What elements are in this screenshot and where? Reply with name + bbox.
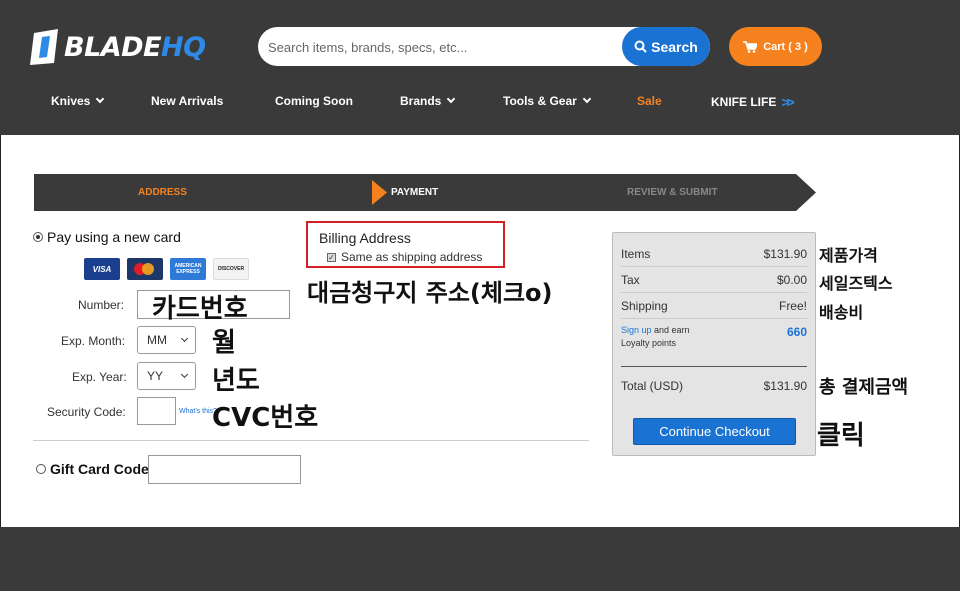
summary-row-total: Total (USD) $131.90 [621,379,807,393]
checkbox-checked-icon[interactable]: ✓ [327,252,336,262]
discover-card-icon: DISCOVER [213,258,249,280]
nav-knife-life-label: KNIFE LIFE [711,95,777,109]
divider [621,318,807,319]
exp-month-label: Exp. Month: [61,334,126,348]
exp-month-select[interactable]: MM [137,326,196,354]
chevron-down-icon [180,370,189,379]
radio-selected-icon[interactable] [33,232,43,242]
security-code-input[interactable] [137,397,176,425]
logo-wordmark: BLADEHQ [64,31,206,63]
site-header: BLADEHQ Search Cart ( 3 ) Knives New Arr… [0,0,960,135]
search-icon [634,40,647,53]
summary-row-tax: Tax $0.00 [621,273,807,287]
nav-brands[interactable]: Brands [400,94,456,108]
billing-address-box: Billing Address ✓ Same as shipping addre… [306,221,505,268]
annotation-sales-tax: 세일즈텍스 [819,274,893,293]
total-label: Total (USD) [621,379,684,393]
search-input[interactable] [268,37,618,57]
annotation-product-price: 제품가격 [819,246,878,265]
visa-card-icon: VISA [84,258,120,280]
annotation-shipping: 배송비 [819,303,864,322]
loyalty-points-label: Loyalty points [621,338,677,348]
exp-year-select[interactable]: YY [137,362,196,390]
shipping-label: Shipping [621,299,668,313]
order-summary: Items $131.90 Tax $0.00 Shipping Free! S… [612,232,816,456]
annotation-billing: 대금청구지 주소(체크o) [307,279,553,307]
items-label: Items [621,247,651,261]
tax-label: Tax [621,273,640,287]
amex-card-icon: AMERICAN EXPRESS [170,258,206,280]
search-button-label: Search [651,38,698,55]
nav-coming-soon[interactable]: Coming Soon [275,94,353,108]
gift-card-label: Gift Card Code: [50,461,154,477]
chevron-down-icon [582,94,592,104]
continue-checkout-button[interactable]: Continue Checkout [633,418,796,445]
cart-label: Cart ( 3 ) [763,40,808,53]
nav-brands-label: Brands [400,94,442,108]
main-nav: Knives New Arrivals Coming Soon Brands T… [0,88,960,114]
loyalty-signup: Sign up and earn Loyalty points [621,324,690,350]
gift-card-input[interactable] [148,455,301,484]
pay-new-card-label: Pay using a new card [47,229,181,245]
annotation-card-number: 카드번호 [152,294,248,324]
step-payment: PAYMENT [391,187,439,198]
chevron-down-icon [180,334,189,343]
annotation-cvc: CVC번호 [212,403,319,433]
annotation-click: 클릭 [817,421,865,451]
accepted-cards: VISA AMERICAN EXPRESS DISCOVER [84,258,249,280]
same-as-shipping-checkbox[interactable]: ✓ Same as shipping address [327,250,482,264]
mastercard-card-icon [127,258,163,280]
annotation-total: 총 결제금액 [819,377,909,398]
search-bar: Search [258,27,710,66]
site-logo[interactable]: BLADEHQ [28,28,206,66]
summary-row-items: Items $131.90 [621,247,807,261]
chevron-down-icon [447,94,456,104]
radio-unselected-icon[interactable] [36,464,46,474]
nav-new-arrivals-label: New Arrivals [151,94,224,108]
cart-button[interactable]: Cart ( 3 ) [729,27,822,66]
tax-value: $0.00 [776,273,807,287]
annotation-month: 월 [212,328,236,358]
nav-knives-label: Knives [51,94,91,108]
nav-tools-gear[interactable]: Tools & Gear [503,94,592,108]
total-value: $131.90 [763,379,807,393]
nav-sale[interactable]: Sale [637,94,662,108]
exp-year-label: Exp. Year: [72,370,127,384]
blade-logo-icon [30,29,58,65]
exp-month-value: MM [147,333,167,347]
billing-address-title: Billing Address [319,230,411,246]
nav-sale-label: Sale [637,94,662,108]
pay-new-card-option[interactable]: Pay using a new card [33,229,181,245]
sign-up-link[interactable]: Sign up [621,325,652,335]
loyalty-points-value: 660 [786,325,807,339]
double-chevron-right-icon: >> [781,94,794,110]
site-footer [0,527,960,591]
divider [621,266,807,267]
security-code-label: Security Code: [47,405,126,419]
items-value: $131.90 [763,247,807,261]
chevron-down-icon [96,94,105,104]
signup-text: and earn [651,325,690,335]
divider [621,366,807,367]
checkout-progress: ADDRESS PAYMENT REVIEW & SUBMIT [34,174,816,211]
number-label: Number: [78,298,125,312]
nav-knife-life[interactable]: KNIFE LIFE >> [711,94,795,110]
nav-coming-soon-label: Coming Soon [275,94,353,108]
cart-icon [743,40,758,53]
exp-year-value: YY [147,369,164,383]
divider [621,292,807,293]
step-review-submit: REVIEW & SUBMIT [627,187,718,198]
search-button[interactable]: Search [622,27,710,66]
gift-card-option[interactable]: Gift Card Code: [36,461,153,477]
nav-tools-gear-label: Tools & Gear [503,94,577,108]
annotation-year: 년도 [212,366,260,396]
step-address[interactable]: ADDRESS [138,187,187,198]
same-as-shipping-label: Same as shipping address [341,250,483,264]
nav-knives[interactable]: Knives [51,94,105,108]
summary-row-shipping: Shipping Free! [621,299,807,313]
nav-new-arrivals[interactable]: New Arrivals [151,94,223,108]
shipping-value: Free! [778,299,807,313]
divider [33,440,589,441]
